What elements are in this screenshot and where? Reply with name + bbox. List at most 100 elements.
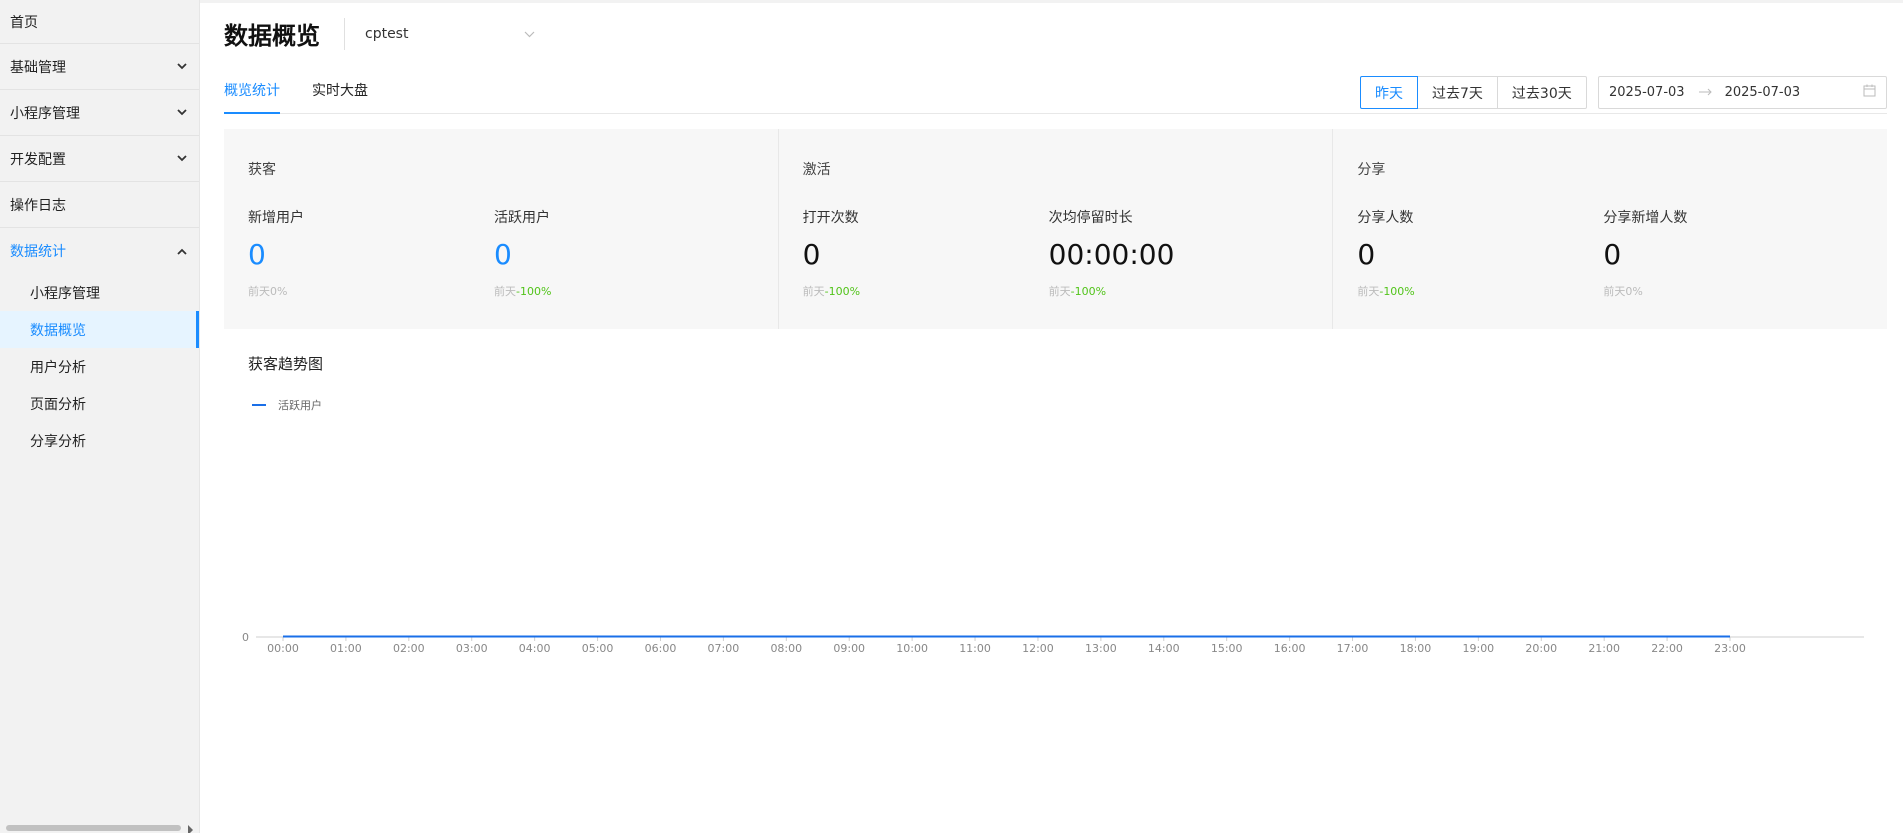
tab-realtime[interactable]: 实时大盘 <box>312 80 368 113</box>
scroll-right-arrow-icon[interactable] <box>187 823 195 833</box>
legend-swatch <box>252 404 266 406</box>
chevron-down-icon <box>175 106 189 120</box>
x-tick-label: 14:00 <box>1148 642 1180 655</box>
sidebar-scrollbar[interactable] <box>6 825 181 831</box>
panel-acquisition: 获客 新增用户 0 前天0% 活跃用户 0 前天-100% <box>224 129 779 329</box>
compare-value: -100% <box>824 285 861 298</box>
header-divider <box>344 17 345 50</box>
range-yesterday-button[interactable]: 昨天 <box>1360 76 1418 109</box>
x-tick-label: 10:00 <box>896 642 928 655</box>
metric-compare: 前天-100% <box>1049 283 1295 299</box>
metric-compare: 前天0% <box>1603 283 1849 299</box>
x-tick-label: 21:00 <box>1588 642 1620 655</box>
metric-label: 活跃用户 <box>494 210 550 226</box>
chevron-down-icon <box>175 152 189 166</box>
metric-label: 新增用户 <box>248 210 304 226</box>
arrow-right-icon <box>1698 85 1713 100</box>
x-tick-label: 06:00 <box>645 642 677 655</box>
metric-new-users: 新增用户 0 前天0% <box>248 207 494 299</box>
x-tick-label: 22:00 <box>1651 642 1683 655</box>
compare-prefix: 前天 <box>494 285 516 298</box>
calendar-icon <box>1863 84 1876 101</box>
metric-compare: 前天-100% <box>494 283 740 299</box>
sidebar: 首页 基础管理 小程序管理 开发配置 操作日志 数据统计 小程序管理 数据概览 … <box>0 0 200 833</box>
tab-overview[interactable]: 概览统计 <box>224 80 280 114</box>
metric-label: 分享新增人数 <box>1603 210 1688 226</box>
nav-item-label: 基础管理 <box>10 59 66 76</box>
sub-item-label: 用户分析 <box>30 359 86 376</box>
stats-overview: 获客 新增用户 0 前天0% 活跃用户 0 前天-100% 激活 打开次数 0 … <box>224 129 1887 329</box>
panel-title: 获客 <box>248 162 276 178</box>
metric-value: 00:00:00 <box>1048 238 1175 271</box>
metric-label: 次均停留时长 <box>1048 210 1133 226</box>
app-select-value: cptest <box>365 25 409 42</box>
sub-item-page-analysis[interactable]: 页面分析 <box>0 385 199 422</box>
date-range-picker[interactable]: 2025-07-03 2025-07-03 <box>1598 76 1887 109</box>
date-end[interactable]: 2025-07-03 <box>1725 85 1801 100</box>
x-tick-label: 00:00 <box>267 642 299 655</box>
metric-share-new-users: 分享新增人数 0 前天0% <box>1603 207 1849 299</box>
x-tick-label: 19:00 <box>1462 642 1494 655</box>
sub-item-miniprogram-management[interactable]: 小程序管理 <box>0 274 199 311</box>
x-tick-label: 16:00 <box>1274 642 1306 655</box>
compare-value: -100% <box>1070 285 1107 298</box>
chart-legend[interactable]: 活跃用户 <box>252 397 322 413</box>
x-tick-label: 17:00 <box>1337 642 1369 655</box>
sub-item-label: 页面分析 <box>30 396 86 413</box>
legend-label: 活跃用户 <box>278 399 322 412</box>
page-title: 数据概览 <box>224 22 320 50</box>
sub-item-share-analysis[interactable]: 分享分析 <box>0 422 199 459</box>
x-tick-label: 01:00 <box>330 642 362 655</box>
x-tick-label: 20:00 <box>1525 642 1557 655</box>
nav-item-basic-management[interactable]: 基础管理 <box>0 44 199 90</box>
metric-value: 0 <box>494 238 512 271</box>
panel-activation: 激活 打开次数 0 前天-100% 次均停留时长 00:00:00 前天-100… <box>779 129 1334 329</box>
metric-avg-stay-duration: 次均停留时长 00:00:00 前天-100% <box>1049 207 1295 299</box>
compare-value: -100% <box>1379 285 1415 298</box>
sub-item-user-analysis[interactable]: 用户分析 <box>0 348 199 385</box>
chart-title: 获客趋势图 <box>248 355 324 373</box>
sub-item-label: 数据概览 <box>30 322 86 339</box>
nav-item-home[interactable]: 首页 <box>0 0 199 44</box>
range-30days-button[interactable]: 过去30天 <box>1496 76 1587 109</box>
main-content: 数据概览 cptest 概览统计 实时大盘 昨天 过去7天 过去30天 2025… <box>200 0 1903 833</box>
metric-value: 0 <box>1357 238 1376 271</box>
sub-item-data-overview[interactable]: 数据概览 <box>0 311 199 348</box>
compare-prefix: 前天 <box>1048 285 1071 298</box>
x-tick-label: 03:00 <box>456 642 488 655</box>
metric-label: 打开次数 <box>802 210 859 226</box>
chevron-down-icon <box>175 60 189 74</box>
nav-item-dev-config[interactable]: 开发配置 <box>0 136 199 182</box>
nav-item-label: 操作日志 <box>10 197 66 214</box>
nav-item-miniprogram-management[interactable]: 小程序管理 <box>0 90 199 136</box>
metric-value: 0 <box>1603 238 1622 271</box>
x-tick-label: 04:00 <box>519 642 551 655</box>
sub-item-label: 小程序管理 <box>30 285 100 302</box>
metric-label: 分享人数 <box>1357 210 1414 226</box>
metric-value: 0 <box>248 238 266 271</box>
x-tick-label: 05:00 <box>582 642 614 655</box>
nav-item-label: 小程序管理 <box>10 105 80 122</box>
range-button-group: 昨天 过去7天 过去30天 <box>1360 76 1587 109</box>
compare-value: -100% <box>516 285 552 298</box>
x-tick-label: 07:00 <box>708 642 740 655</box>
range-7days-button[interactable]: 过去7天 <box>1417 76 1498 109</box>
nav-item-data-statistics[interactable]: 数据统计 <box>0 228 199 274</box>
metric-open-count: 打开次数 0 前天-100% <box>803 207 1049 299</box>
metric-compare: 前天-100% <box>803 283 1049 299</box>
chart-canvas: 00:00 01:00 02:00 03:00 04:00 05:00 06:00 07:00… <box>242 631 1864 655</box>
x-tick-label: 08:00 <box>770 642 802 655</box>
panel-share: 分享 分享人数 0 前天-100% 分享新增人数 0 前天0% <box>1333 129 1887 329</box>
y-tick-label: 0 <box>242 631 249 644</box>
compare-value: 0% <box>1625 285 1643 298</box>
app-select[interactable]: cptest <box>365 26 545 42</box>
nav-item-operation-log[interactable]: 操作日志 <box>0 182 199 228</box>
chevron-down-icon <box>524 26 535 42</box>
nav-item-label: 数据统计 <box>10 244 66 260</box>
metric-value: 0 <box>802 238 821 271</box>
date-start[interactable]: 2025-07-03 <box>1609 85 1685 100</box>
compare-value: 0% <box>270 285 288 298</box>
metric-compare: 前天0% <box>248 283 494 299</box>
sub-item-label: 分享分析 <box>30 433 86 450</box>
x-tick-label: 02:00 <box>393 642 425 655</box>
